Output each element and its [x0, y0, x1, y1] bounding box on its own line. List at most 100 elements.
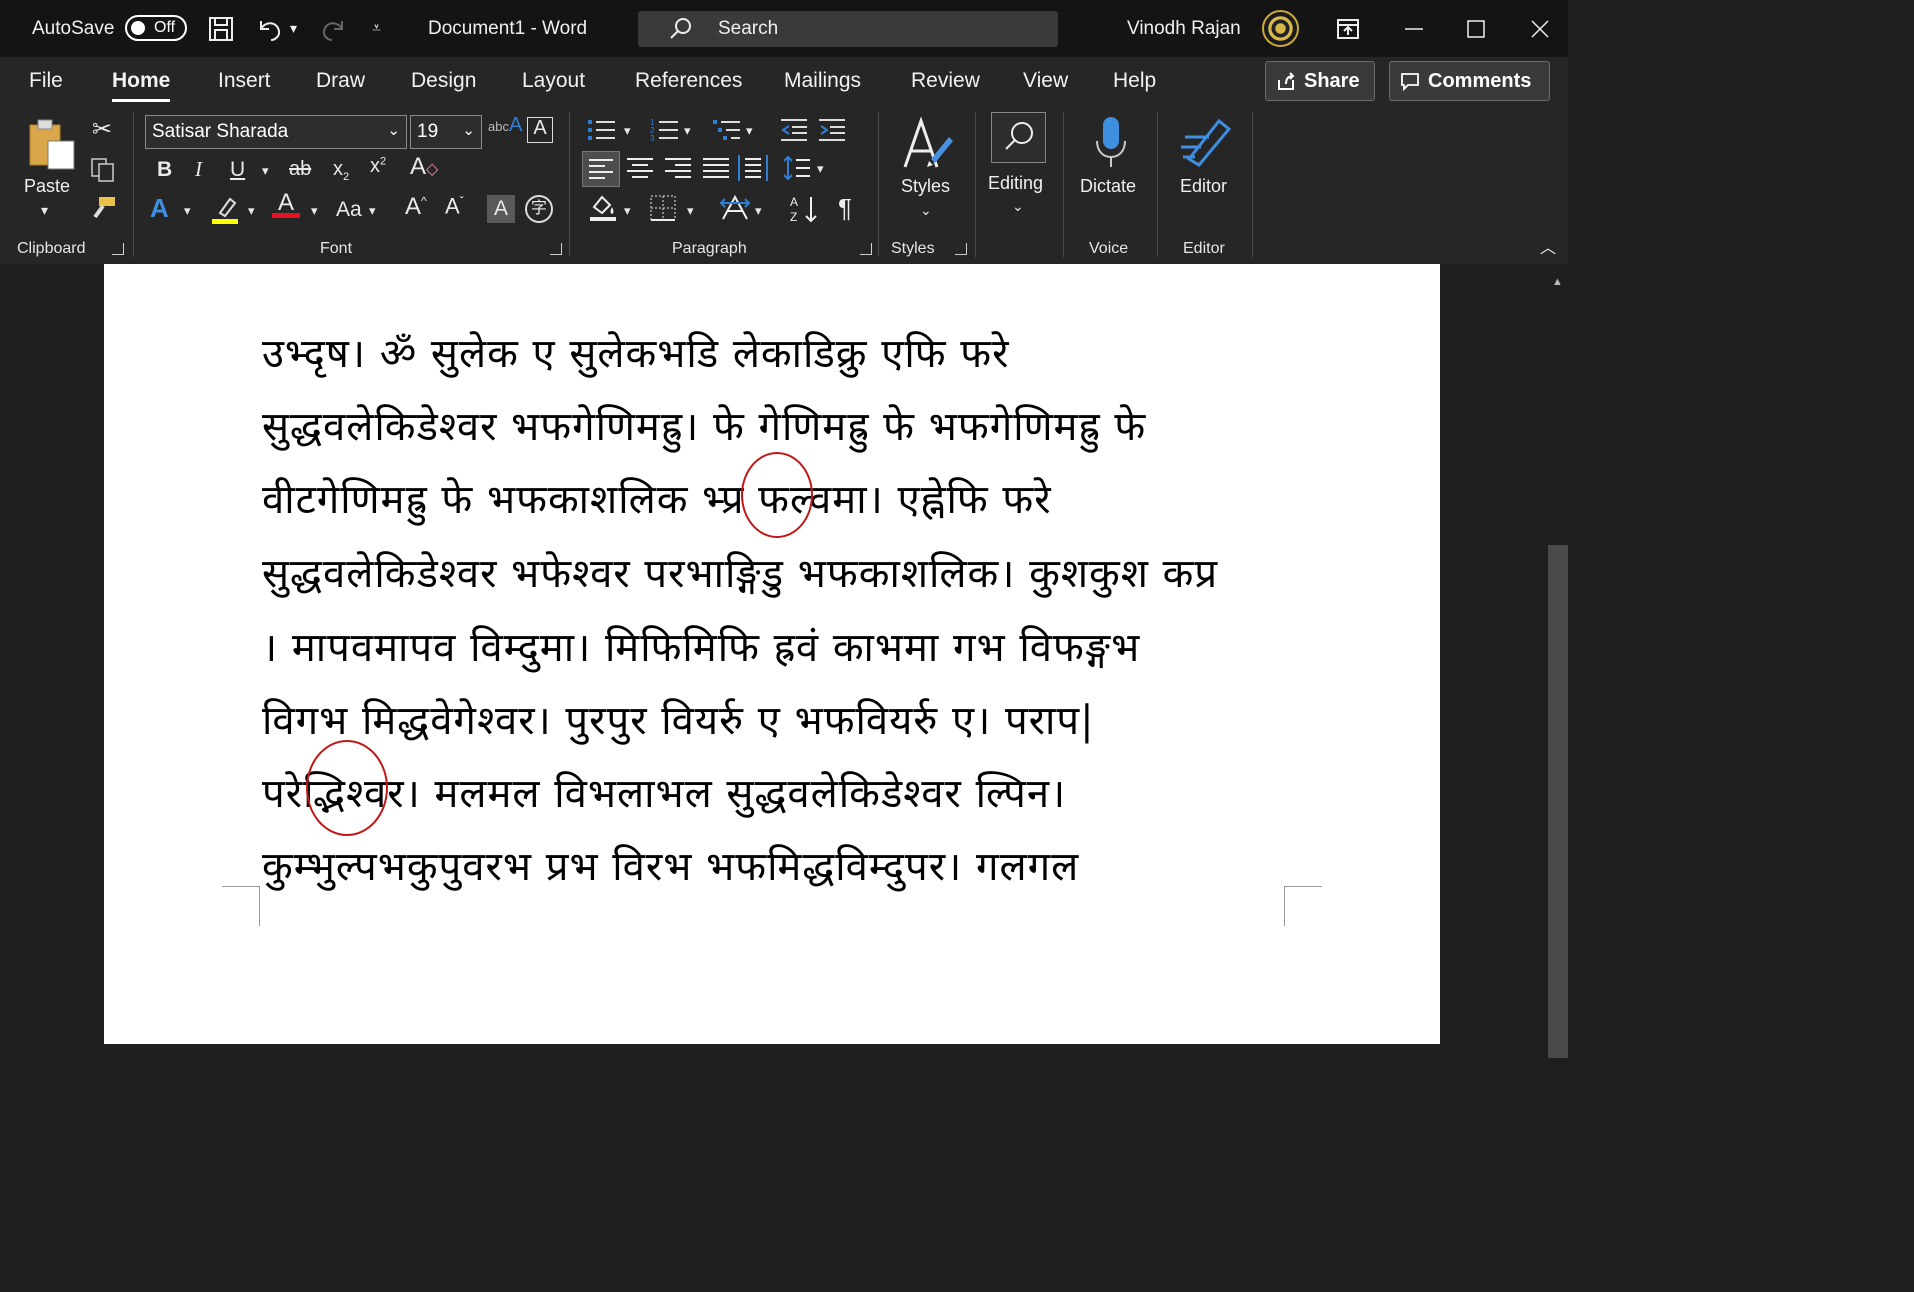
- customize-qat-icon[interactable]: ⩡: [372, 0, 381, 57]
- share-button[interactable]: Share: [1265, 61, 1375, 101]
- borders-dropdown-icon[interactable]: ▾: [687, 204, 694, 217]
- change-case-icon[interactable]: Aa: [336, 199, 362, 220]
- tab-help[interactable]: Help: [1113, 69, 1156, 93]
- distributed-icon[interactable]: [737, 153, 769, 187]
- user-name[interactable]: Vinodh Rajan: [1127, 0, 1241, 57]
- styles-launcher-icon[interactable]: [955, 243, 967, 255]
- styles-gallery-button[interactable]: [901, 115, 955, 180]
- tab-home[interactable]: Home: [112, 69, 171, 102]
- document-line[interactable]: कुम्भुल्पभकुपुवरभ प्रभ विरभ भफमिद्धविम्द…: [262, 837, 1079, 892]
- underline-icon[interactable]: U: [230, 159, 245, 180]
- comments-button[interactable]: Comments: [1389, 61, 1550, 101]
- undo-icon[interactable]: [255, 0, 285, 57]
- show-formatting-marks-icon[interactable]: ¶: [838, 195, 852, 221]
- grow-font-icon[interactable]: A^: [405, 195, 427, 219]
- font-size-select[interactable]: 19 ⌄: [410, 115, 482, 149]
- search-box[interactable]: Search: [638, 11, 1058, 47]
- sort-icon[interactable]: AZ: [789, 193, 819, 229]
- shading-icon[interactable]: [588, 193, 618, 227]
- align-right-icon[interactable]: [663, 153, 693, 187]
- justify-icon[interactable]: [701, 153, 731, 187]
- increase-indent-icon[interactable]: [818, 117, 846, 147]
- scroll-up-icon[interactable]: ▲: [1552, 276, 1563, 288]
- tab-review[interactable]: Review: [911, 69, 980, 93]
- shading-dropdown-icon[interactable]: ▾: [624, 204, 631, 217]
- underline-dropdown-icon[interactable]: ▾: [262, 164, 269, 177]
- font-color-dropdown-icon[interactable]: ▾: [311, 204, 318, 217]
- collapse-ribbon-icon[interactable]: ︿: [1540, 241, 1556, 257]
- document-line[interactable]: वीटगेणिमह्रु फे भफकाशलिक भ्प्र फल्वमा। ए…: [262, 470, 1052, 525]
- paste-button[interactable]: [26, 117, 78, 178]
- format-painter-icon[interactable]: [89, 195, 117, 225]
- document-line[interactable]: सुद्धवलेकिडेश्वर भफगेणिमह्रु। फे गेणिमह्…: [262, 397, 1146, 452]
- change-case-dropdown-icon[interactable]: ▾: [369, 204, 376, 217]
- user-avatar[interactable]: [1262, 10, 1299, 47]
- maximize-icon[interactable]: [1466, 0, 1486, 57]
- character-shading-icon[interactable]: A: [487, 195, 515, 223]
- document-line[interactable]: सुद्धवलेकिडेश्वर भफेश्वर परभाङ्गिडु भफका…: [262, 544, 1218, 599]
- multilevel-list-icon[interactable]: [712, 117, 742, 147]
- font-family-select[interactable]: Satisar Sharada ⌄: [145, 115, 407, 149]
- cut-icon[interactable]: ✂: [92, 118, 112, 142]
- paragraph-launcher-icon[interactable]: [860, 243, 872, 255]
- numbering-dropdown-icon[interactable]: ▾: [684, 124, 691, 137]
- line-spacing-dropdown-icon[interactable]: ▾: [817, 162, 824, 175]
- asian-layout-dropdown-icon[interactable]: ▾: [755, 204, 762, 217]
- bold-icon[interactable]: B: [157, 159, 172, 180]
- paste-dropdown-icon[interactable]: ▾: [41, 203, 48, 217]
- clear-formatting-icon[interactable]: A: [527, 117, 553, 143]
- strikethrough-icon[interactable]: ab: [289, 159, 311, 179]
- multilevel-dropdown-icon[interactable]: ▾: [746, 124, 753, 137]
- change-case-abc-icon[interactable]: abcA: [488, 115, 522, 135]
- align-left-button[interactable]: [582, 151, 620, 187]
- ribbon-display-options-icon[interactable]: [1336, 0, 1360, 57]
- decrease-indent-icon[interactable]: [780, 117, 808, 147]
- tab-layout[interactable]: Layout: [522, 69, 585, 93]
- scrollbar-thumb[interactable]: [1548, 545, 1568, 1058]
- tab-view[interactable]: View: [1023, 69, 1068, 93]
- text-effects-dropdown-icon[interactable]: ▾: [184, 204, 191, 217]
- dictate-button[interactable]: [1093, 115, 1129, 176]
- editor-button[interactable]: [1179, 115, 1235, 176]
- document-line[interactable]: उभ्दृष। ॐ सुलेक ए सुलेकभडि लेकाडिक्रु एफ…: [262, 324, 1009, 379]
- tab-mailings[interactable]: Mailings: [784, 69, 861, 93]
- line-spacing-icon[interactable]: [782, 153, 812, 187]
- tab-file[interactable]: File: [29, 69, 63, 93]
- borders-icon[interactable]: [648, 193, 678, 227]
- tab-references[interactable]: References: [635, 69, 742, 93]
- document-line[interactable]: । मापवमापव विम्दुमा। मिफिमिफि ह्रवं काभम…: [262, 618, 1140, 673]
- bullets-dropdown-icon[interactable]: ▾: [624, 124, 631, 137]
- highlight-dropdown-icon[interactable]: ▾: [248, 204, 255, 217]
- save-icon[interactable]: [207, 0, 235, 57]
- asian-layout-icon[interactable]: [719, 193, 751, 227]
- align-center-icon[interactable]: [625, 153, 655, 187]
- text-effects-icon[interactable]: A: [150, 195, 169, 221]
- font-color-icon[interactable]: A: [272, 191, 300, 218]
- tab-draw[interactable]: Draw: [316, 69, 365, 93]
- styles-dropdown-icon[interactable]: ⌄: [920, 203, 932, 217]
- minimize-icon[interactable]: [1404, 0, 1424, 57]
- numbering-icon[interactable]: 123: [650, 117, 680, 147]
- redo-icon[interactable]: [318, 0, 348, 57]
- close-icon[interactable]: [1530, 0, 1550, 57]
- styles-icon: [903, 116, 953, 168]
- superscript-icon[interactable]: x2: [370, 156, 386, 176]
- bullets-icon[interactable]: [587, 117, 617, 147]
- highlight-icon[interactable]: [212, 195, 242, 229]
- italic-icon[interactable]: I: [195, 159, 202, 180]
- subscript-icon[interactable]: x2: [333, 159, 349, 183]
- text-effects-clear-icon[interactable]: A◇: [410, 155, 438, 179]
- editing-dropdown-icon[interactable]: ⌄: [1012, 199, 1024, 213]
- copy-icon[interactable]: [90, 157, 116, 187]
- tab-insert[interactable]: Insert: [218, 69, 271, 93]
- font-launcher-icon[interactable]: [550, 243, 562, 255]
- editing-button[interactable]: [991, 112, 1046, 163]
- document-line[interactable]: विगभ मिद्धवेगेश्वर। पुरपुर वियर्रु ए भफव…: [262, 691, 1095, 746]
- autosave-toggle[interactable]: Off: [125, 15, 187, 41]
- tab-design[interactable]: Design: [411, 69, 476, 93]
- enclose-characters-icon[interactable]: 字: [525, 195, 553, 223]
- clipboard-launcher-icon[interactable]: [112, 243, 124, 255]
- undo-dropdown-icon[interactable]: ▾: [290, 0, 297, 57]
- shrink-font-icon[interactable]: Aˇ: [445, 195, 464, 217]
- document-page[interactable]: उभ्दृष। ॐ सुलेक ए सुलेकभडि लेकाडिक्रु एफ…: [104, 264, 1440, 1044]
